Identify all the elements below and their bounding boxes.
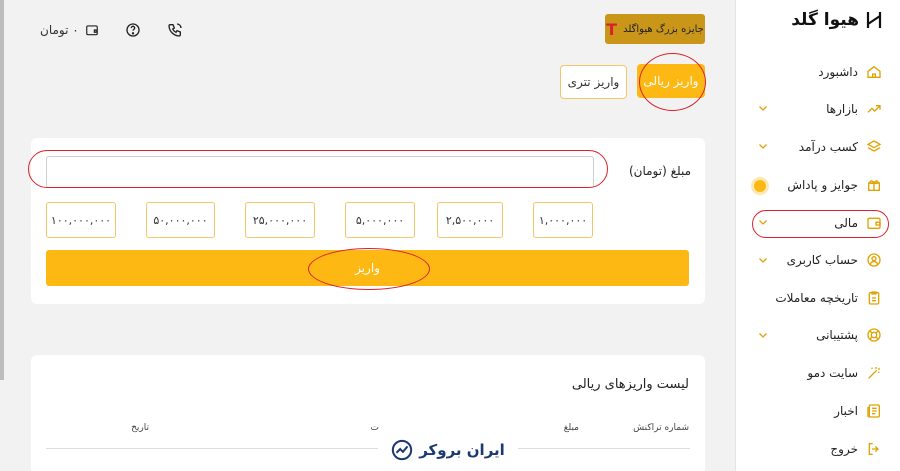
wallet-balance[interactable]: ۰ تومان <box>40 23 99 37</box>
sidebar-item-label: سایت دمو <box>807 366 858 380</box>
annotation-circle <box>752 210 889 238</box>
balance-text: ۰ تومان <box>40 23 79 37</box>
sidebar-item-label: خروج <box>830 442 858 456</box>
preset-amount-button[interactable]: ۱,۰۰۰,۰۰۰ <box>533 202 593 238</box>
amount-label: مبلغ (تومان) <box>628 164 691 178</box>
preset-amount-button[interactable]: ۲۵,۰۰۰,۰۰۰ <box>245 202 315 238</box>
scrollbar[interactable] <box>0 0 4 380</box>
chevron-down-icon[interactable] <box>757 254 769 266</box>
gift-icon <box>866 177 882 193</box>
preset-amount-button[interactable]: ۲,۵۰۰,۰۰۰ <box>437 202 503 238</box>
sidebar-item-markets[interactable]: بازارها <box>826 98 882 120</box>
grand-prize-button[interactable]: جایزه بزرگ هیواگلد T <box>605 14 705 44</box>
sidebar-item-label: داشبورد <box>818 65 858 79</box>
sidebar-item-account[interactable]: حساب کاربری <box>787 249 882 271</box>
logout-icon <box>866 441 882 457</box>
prize-label: جایزه بزرگ هیواگلد <box>623 23 704 35</box>
sidebar-item-label: پشتیبانی <box>816 328 858 342</box>
logo-icon <box>865 10 883 30</box>
layers-icon <box>866 139 882 155</box>
sidebar-item-earn[interactable]: کسب درآمد <box>799 136 882 158</box>
clipboard-icon <box>866 290 882 306</box>
sidebar-item-rewards[interactable]: جوایز و پاداش <box>787 174 882 196</box>
lifebuoy-icon <box>866 327 882 343</box>
list-title: لیست واریزهای ریالی <box>571 377 689 392</box>
column-header: شماره تراکنش <box>633 423 689 433</box>
sidebar-item-label: کسب درآمد <box>798 140 858 154</box>
tab-tether-deposit[interactable]: واریز تتری <box>560 65 627 99</box>
preset-amount-button[interactable]: ۵,۰۰۰,۰۰۰ <box>345 202 415 238</box>
chevron-down-icon[interactable] <box>757 329 769 341</box>
chevron-down-icon[interactable] <box>757 102 769 114</box>
table-divider <box>46 448 690 449</box>
wallet-icon <box>85 23 99 37</box>
brand-logo[interactable]: هیوا گلد <box>791 10 883 30</box>
sidebar-item-label: بازارها <box>826 102 858 116</box>
magic-wand-icon <box>866 365 882 381</box>
home-icon <box>866 64 882 80</box>
sidebar-item-dashboard[interactable]: داشبورد <box>818 61 882 83</box>
newspaper-icon <box>866 403 882 419</box>
sidebar-item-label: جوایز و پاداش <box>787 178 858 192</box>
column-header: مبلغ <box>563 423 579 433</box>
sidebar-item-demo-site[interactable]: سایت دمو <box>807 362 882 384</box>
sidebar-item-logout[interactable]: خروج <box>830 438 882 460</box>
question-icon[interactable] <box>125 22 141 38</box>
sidebar-item-news[interactable]: اخبار <box>834 400 882 422</box>
logo-text: هیوا گلد <box>791 10 859 30</box>
deposits-list-card: لیست واریزهای ریالی شماره تراکنش مبلغ ت … <box>31 355 705 471</box>
sidebar-item-label: حساب کاربری <box>786 253 858 267</box>
tab-label: واریز تتری <box>567 75 620 89</box>
watermark: ایران بروکر <box>378 428 518 471</box>
annotation-circle <box>28 150 608 188</box>
sidebar-item-support[interactable]: پشتیبانی <box>816 324 882 346</box>
sidebar-item-label: اخبار <box>834 404 858 418</box>
trending-up-icon <box>866 101 882 117</box>
main-area: ۰ تومان جایزه بزرگ هیواگلد T واریز ریالی… <box>0 0 735 471</box>
sidebar-item-trade-history[interactable]: تاریخچه معاملات <box>775 287 882 309</box>
notification-dot <box>754 180 766 192</box>
sidebar: هیوا گلد داشبورد بازارها کسب درآمد جوایز… <box>735 0 900 471</box>
annotation-circle <box>639 53 706 111</box>
user-icon <box>866 252 882 268</box>
chart-logo-icon <box>391 439 413 461</box>
chevron-down-icon[interactable] <box>757 140 769 152</box>
annotation-circle <box>308 248 430 290</box>
phone-icon[interactable] <box>167 22 183 38</box>
prize-logo-icon: T <box>606 19 618 39</box>
watermark-text: ایران بروکر <box>419 440 505 459</box>
sidebar-item-label: تاریخچه معاملات <box>775 291 858 305</box>
column-header: تاریخ <box>131 423 149 433</box>
topbar-actions: ۰ تومان <box>40 20 183 40</box>
preset-amount-button[interactable]: ۱۰۰,۰۰۰,۰۰۰ <box>46 202 116 238</box>
preset-amount-button[interactable]: ۵۰,۰۰۰,۰۰۰ <box>146 202 215 238</box>
